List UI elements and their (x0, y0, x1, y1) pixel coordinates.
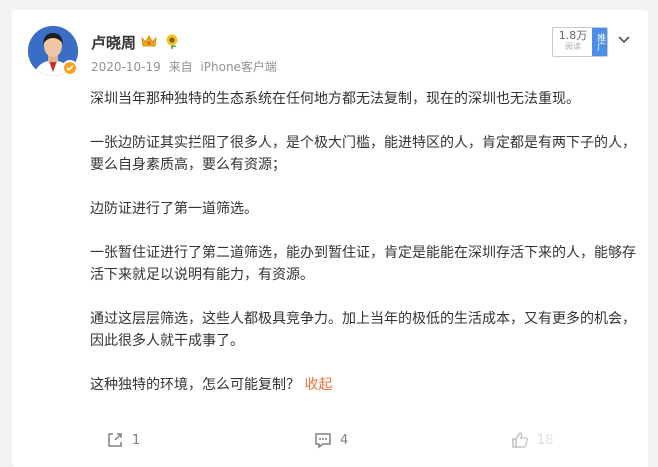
source-prefix: 来自 (168, 60, 193, 74)
post-content: 深圳当年那种独特的生态系统在任何地方都无法复制，现在的深圳也无法重现。 一张边防… (90, 88, 638, 418)
post-actions: 1 4 18 (12, 428, 648, 458)
comment-icon (315, 433, 331, 449)
post-paragraph: 一张边防证其实拦阻了很多人，是个极大门槛，能进特区的人，肯定都是有两下子的人，要… (90, 135, 636, 173)
post-paragraph: 一张暂住证进行了第二道筛选，能办到暂住证，肯定是能能在深圳存活下来的人，能够存活… (90, 245, 636, 283)
collapse-link[interactable]: 收起 (304, 377, 332, 393)
crown-badge-icon (140, 33, 158, 53)
author-name[interactable]: 卢晓周 (91, 32, 136, 53)
post-paragraph: 深圳当年那种独特的生态系统在任何地方都无法复制，现在的深圳也无法重现。 (90, 91, 580, 107)
view-count-box[interactable]: 1.8万 阅读 推广 (552, 27, 608, 57)
sunflower-badge-icon (164, 33, 180, 53)
post-paragraph: 边防证进行了第一道筛选。 (90, 201, 258, 217)
weibo-post-card: 卢晓周 2020-10-19 来自 iPhone客户端 1.8万 阅读 推广 深… (12, 10, 648, 467)
post-date[interactable]: 2020-10-19 (91, 60, 161, 74)
comment-button[interactable]: 4 (314, 428, 348, 452)
post-paragraph: 通过这层层筛选，这些人都极具竞争力。加上当年的极低的生活成本，又有更多的机会，因… (90, 311, 636, 349)
verified-badge-icon (62, 60, 78, 76)
repost-button[interactable]: 1 (106, 428, 140, 452)
chevron-down-icon[interactable] (617, 30, 631, 49)
post-meta: 2020-10-19 来自 iPhone客户端 (91, 58, 281, 75)
view-count-label: 阅读 (565, 42, 581, 51)
repost-icon (108, 433, 122, 447)
thumbs-up-icon (512, 432, 528, 448)
like-button[interactable]: 18 (511, 428, 554, 452)
post-source: iPhone客户端 (200, 60, 277, 74)
view-count: 1.8万 (558, 29, 588, 42)
comment-count: 4 (340, 432, 349, 448)
like-count: 18 (537, 432, 554, 448)
promote-button[interactable]: 推广 (592, 28, 607, 56)
post-paragraph-last: 这种独特的环境，怎么可能复制？ 收起 (90, 374, 638, 396)
repost-count: 1 (132, 432, 141, 448)
post-paragraph-text: 这种独特的环境，怎么可能复制？ (90, 377, 300, 393)
